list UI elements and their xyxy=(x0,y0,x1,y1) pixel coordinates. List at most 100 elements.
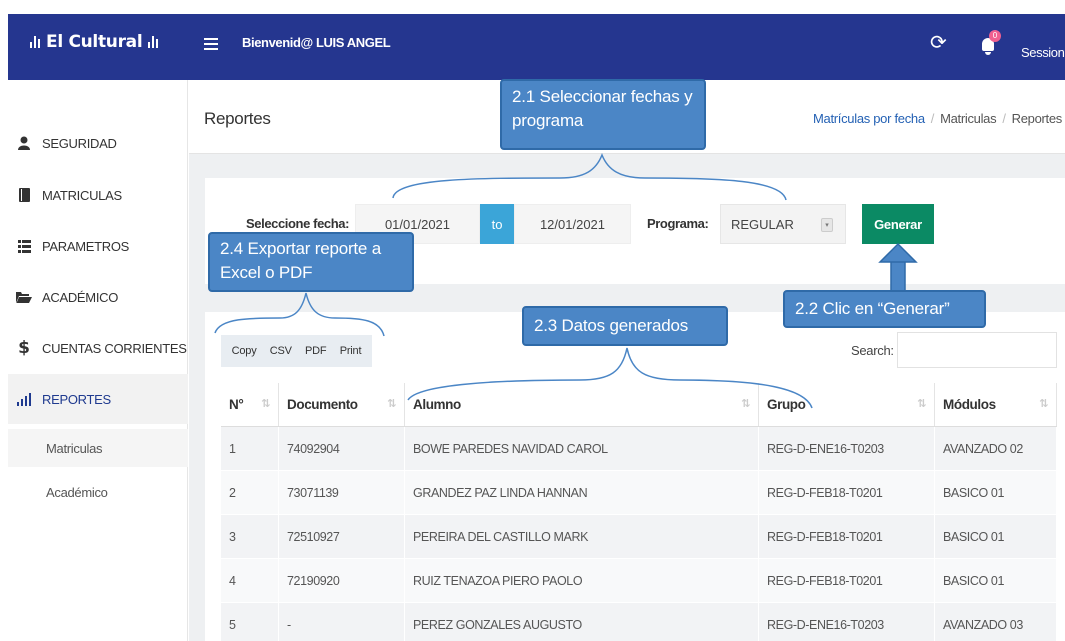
program-label: Programa: xyxy=(647,216,709,231)
cell-modulos: BASICO 01 xyxy=(935,559,1057,602)
cell-grupo: REG-D-FEB18-T0201 xyxy=(759,515,935,558)
session-label: Session xyxy=(1021,45,1065,60)
notification-badge: 0 xyxy=(989,30,1001,42)
notification-bell-icon[interactable]: 0 xyxy=(978,30,1001,56)
table-row[interactable]: 3 72510927 PEREIRA DEL CASTILLO MARK REG… xyxy=(221,515,1057,559)
cell-grupo: REG-D-ENE16-T0203 xyxy=(759,603,935,641)
sort-icon: ⇅ xyxy=(741,397,750,410)
menu-toggle-icon[interactable] xyxy=(204,38,218,50)
cell-alumno: RUIZ TENAZOA PIERO PAOLO xyxy=(405,559,759,602)
cell-alumno: PEREZ GONZALES AUGUSTO xyxy=(405,603,759,641)
brand-name: El Cultural xyxy=(46,32,143,52)
list-icon xyxy=(16,239,32,253)
folder-open-icon xyxy=(16,291,32,303)
date-label: Seleccione fecha: xyxy=(246,216,350,231)
sidebar-item-label: MATRICULAS xyxy=(42,187,122,203)
export-buttons: Copy CSV PDF Print xyxy=(221,335,372,367)
generate-button[interactable]: Generar xyxy=(862,204,934,244)
column-header-alumno[interactable]: Alumno ⇅ xyxy=(405,383,759,426)
sort-icon: ⇅ xyxy=(1039,397,1048,410)
date-range-to-addon: to xyxy=(480,204,514,244)
cell-nro: 1 xyxy=(221,427,279,470)
cell-modulos: AVANZADO 02 xyxy=(935,427,1057,470)
select-caret-icon: ▾ xyxy=(821,218,833,232)
cell-documento: 72510927 xyxy=(279,515,405,558)
page-title: Reportes xyxy=(204,109,271,128)
sidebar-item-label: SEGURIDAD xyxy=(42,135,117,151)
cell-documento: 73071139 xyxy=(279,471,405,514)
search-input[interactable] xyxy=(897,332,1057,368)
callout-export: 2.4 Exportar reporte a Excel o PDF xyxy=(208,232,414,292)
cell-alumno: PEREIRA DEL CASTILLO MARK xyxy=(405,515,759,558)
table-row[interactable]: 1 74092904 BOWE PAREDES NAVIDAD CAROL RE… xyxy=(221,427,1057,471)
breadcrumb-current: Reportes xyxy=(1011,111,1063,126)
cell-documento: - xyxy=(279,603,405,641)
signal-icon xyxy=(148,36,159,48)
breadcrumb-link-matriculas[interactable]: Matriculas xyxy=(940,111,997,126)
breadcrumb-separator: / xyxy=(1002,111,1006,126)
session-menu[interactable]: Session ▾ xyxy=(1021,45,1065,60)
sort-icon: ⇅ xyxy=(261,397,270,410)
cell-nro: 4 xyxy=(221,559,279,602)
sidebar-subitem-label: Matriculas xyxy=(46,440,103,456)
table-row[interactable]: 2 73071139 GRANDEZ PAZ LINDA HANNAN REG-… xyxy=(221,471,1057,515)
program-selected-value: REGULAR xyxy=(731,216,794,232)
cell-documento: 72190920 xyxy=(279,559,405,602)
callout-select-dates: 2.1 Seleccionar fechas y programa xyxy=(500,79,706,150)
book-icon xyxy=(16,188,32,202)
print-button[interactable]: Print xyxy=(340,345,362,357)
pdf-button[interactable]: PDF xyxy=(305,345,327,357)
sidebar-item-label: REPORTES xyxy=(42,391,111,407)
column-header-documento[interactable]: Documento ⇅ xyxy=(279,383,405,426)
refresh-icon[interactable]: ⟳ xyxy=(930,30,947,54)
sidebar-item-matriculas[interactable]: MATRICULAS xyxy=(8,170,188,220)
table-row[interactable]: 5 - PEREZ GONZALES AUGUSTO REG-D-ENE16-T… xyxy=(221,603,1057,641)
breadcrumb-separator: / xyxy=(930,111,935,126)
column-header-modulos[interactable]: Módulos ⇅ xyxy=(935,383,1057,426)
sidebar-item-academico[interactable]: ACADÉMICO xyxy=(8,272,188,322)
cell-documento: 74092904 xyxy=(279,427,405,470)
sidebar-item-label: ACADÉMICO xyxy=(42,289,119,305)
report-table: N° ⇅ Documento ⇅ Alumno ⇅ Grupo ⇅ Módulos ⇅ 1… xyxy=(221,383,1057,641)
dollar-icon: $ xyxy=(18,338,30,358)
column-header-nro[interactable]: N° ⇅ xyxy=(221,383,279,426)
brand-logo[interactable]: El Cultural xyxy=(30,32,159,52)
column-header-grupo[interactable]: Grupo ⇅ xyxy=(759,383,935,426)
sidebar-subitem-academico[interactable]: Académico xyxy=(8,473,188,511)
cell-alumno: BOWE PAREDES NAVIDAD CAROL xyxy=(405,427,759,470)
top-navbar: El Cultural Bienvenid@ LUIS ANGEL ⟳ 0 Se… xyxy=(8,14,1065,80)
cell-grupo: REG-D-ENE16-T0203 xyxy=(759,427,935,470)
cell-grupo: REG-D-FEB18-T0201 xyxy=(759,471,935,514)
search-label: Search: xyxy=(851,343,894,358)
sort-icon: ⇅ xyxy=(917,397,926,410)
sidebar-item-reportes[interactable]: REPORTES xyxy=(8,374,188,424)
cell-modulos: AVANZADO 03 xyxy=(935,603,1057,641)
table-row[interactable]: 4 72190920 RUIZ TENAZOA PIERO PAOLO REG-… xyxy=(221,559,1057,603)
cell-grupo: REG-D-FEB18-T0201 xyxy=(759,559,935,602)
sidebar-item-cuentas-corrientes[interactable]: $ CUENTAS CORRIENTES xyxy=(8,323,188,373)
sidebar-item-label: PARAMETROS xyxy=(42,238,130,254)
callout-generated-data: 2.3 Datos generados xyxy=(522,306,728,346)
cell-modulos: BASICO 01 xyxy=(935,515,1057,558)
sidebar-item-label: CUENTAS CORRIENTES xyxy=(42,340,187,356)
sidebar: SEGURIDAD MATRICULAS PARAMETROS ACADÉMIC… xyxy=(8,80,188,641)
cell-modulos: BASICO 01 xyxy=(935,471,1057,514)
user-icon xyxy=(16,136,32,150)
welcome-text: Bienvenid@ LUIS ANGEL xyxy=(242,35,391,50)
breadcrumb-link-matriculas-por-fecha[interactable]: Matrículas por fecha xyxy=(813,111,925,126)
csv-button[interactable]: CSV xyxy=(270,345,292,357)
breadcrumb: Matrículas por fecha / Matriculas / Reportes xyxy=(813,111,1062,126)
sidebar-item-seguridad[interactable]: SEGURIDAD xyxy=(8,118,188,168)
sort-icon: ⇅ xyxy=(387,397,396,410)
callout-click-generate: 2.2 Clic en “Generar” xyxy=(783,290,986,328)
date-to-input[interactable]: 12/01/2021 xyxy=(514,204,631,244)
sidebar-subitem-matriculas[interactable]: Matriculas xyxy=(8,429,188,467)
copy-button[interactable]: Copy xyxy=(232,345,257,357)
cell-nro: 5 xyxy=(221,603,279,641)
sidebar-item-parametros[interactable]: PARAMETROS xyxy=(8,221,188,271)
sidebar-subitem-label: Académico xyxy=(46,484,108,500)
cell-nro: 2 xyxy=(221,471,279,514)
cell-alumno: GRANDEZ PAZ LINDA HANNAN xyxy=(405,471,759,514)
program-select[interactable]: REGULAR ▾ xyxy=(720,204,846,244)
signal-icon xyxy=(30,36,40,48)
